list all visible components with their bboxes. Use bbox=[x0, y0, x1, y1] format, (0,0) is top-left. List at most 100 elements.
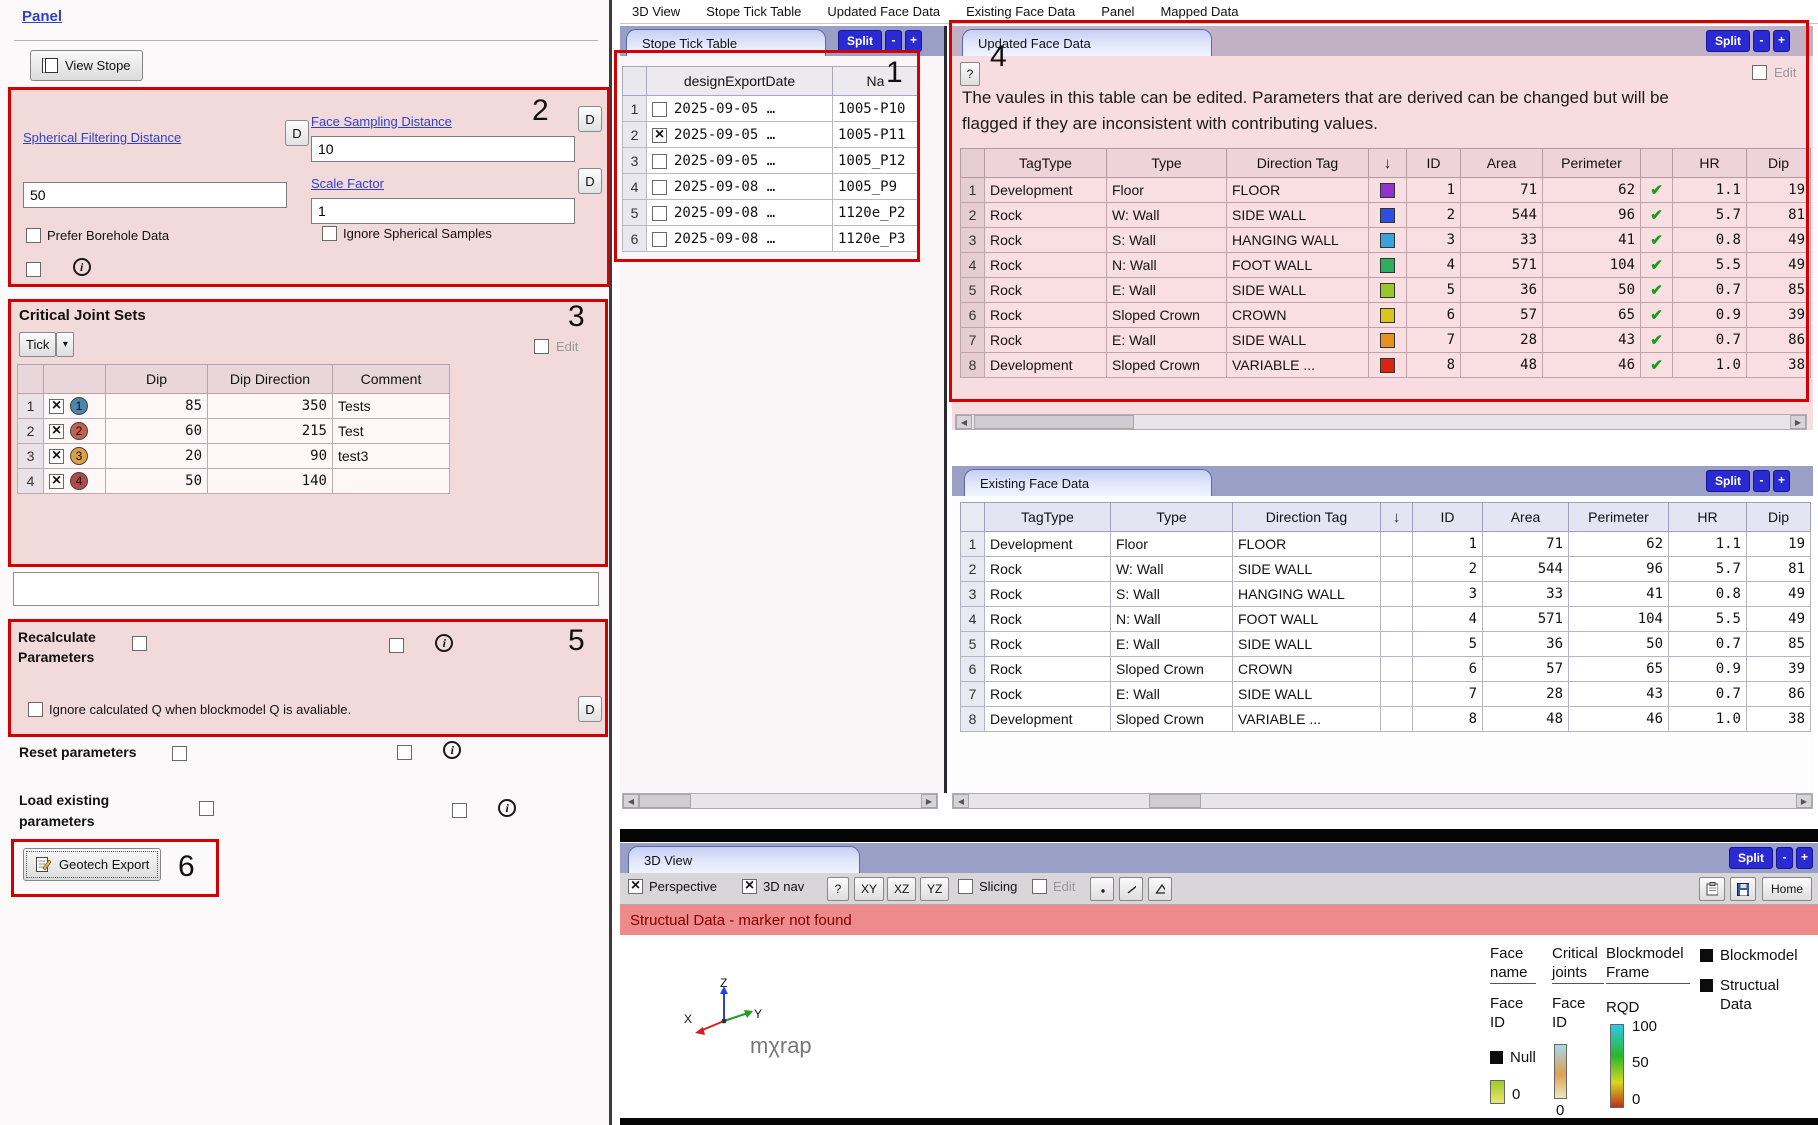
type-header[interactable]: Type bbox=[1111, 503, 1233, 532]
polygon-tool-button[interactable] bbox=[1148, 877, 1172, 901]
face-sampling-default-button[interactable]: D bbox=[578, 106, 602, 132]
scroll-right-icon[interactable] bbox=[1790, 415, 1806, 429]
joint-checkbox[interactable] bbox=[49, 449, 64, 464]
doc-tab-3d-view[interactable]: 3D View bbox=[632, 4, 680, 19]
scroll-left-icon[interactable] bbox=[623, 794, 639, 808]
updated-hscrollbar[interactable] bbox=[955, 414, 1807, 430]
updated-edit-checkbox[interactable] bbox=[1752, 65, 1767, 80]
panel-link[interactable]: Panel bbox=[22, 8, 62, 25]
tagtype-header[interactable]: TagType bbox=[985, 149, 1107, 178]
tagtype-header[interactable]: TagType bbox=[985, 503, 1111, 532]
row-number-cell[interactable]: 8 bbox=[961, 353, 985, 378]
dip-header[interactable]: Dip bbox=[1747, 149, 1811, 178]
load-existing-checkbox[interactable] bbox=[199, 801, 214, 816]
row-number-cell[interactable]: 6 bbox=[623, 226, 647, 252]
nav-3d-checkbox[interactable] bbox=[742, 879, 757, 894]
minimize-button[interactable]: - bbox=[1753, 470, 1770, 492]
row-number-cell[interactable]: 3 bbox=[961, 582, 985, 607]
row-number-cell[interactable]: 8 bbox=[961, 707, 985, 732]
row-number-cell[interactable]: 7 bbox=[961, 682, 985, 707]
row-number-cell[interactable]: 2 bbox=[961, 557, 985, 582]
prefer-borehole-row[interactable]: Prefer Borehole Data bbox=[26, 228, 169, 243]
scroll-thumb[interactable] bbox=[639, 794, 691, 808]
help-button[interactable]: ? bbox=[960, 62, 980, 86]
existing-hscrollbar[interactable] bbox=[952, 793, 1813, 809]
tick-dropdown-caret[interactable] bbox=[56, 332, 74, 357]
doc-tab-existing-face-data[interactable]: Existing Face Data bbox=[966, 4, 1075, 19]
reset-parameters-checkbox[interactable] bbox=[172, 746, 187, 761]
maximize-button[interactable]: + bbox=[1773, 30, 1790, 52]
hr-header[interactable]: HR bbox=[1673, 149, 1747, 178]
area-header[interactable]: Area bbox=[1483, 503, 1569, 532]
scale-factor-link[interactable]: Scale Factor bbox=[311, 176, 384, 191]
row-number-cell[interactable]: 7 bbox=[961, 328, 985, 353]
row-number-cell[interactable]: 4 bbox=[623, 174, 647, 200]
row-number-cell[interactable]: 4 bbox=[18, 469, 44, 494]
geotech-export-button[interactable]: Geotech Export bbox=[23, 848, 161, 881]
comment-header[interactable]: Comment bbox=[333, 365, 450, 394]
row-number-cell[interactable]: 2 bbox=[18, 419, 44, 444]
joint-edit-checkbox[interactable] bbox=[534, 339, 549, 354]
maximize-button[interactable]: + bbox=[905, 30, 922, 52]
row-number-cell[interactable]: 1 bbox=[18, 394, 44, 419]
row-number-cell[interactable]: 5 bbox=[623, 200, 647, 226]
filtering-option-checkbox[interactable] bbox=[26, 262, 41, 277]
prefer-borehole-checkbox[interactable] bbox=[26, 228, 41, 243]
doc-tab-stope-tick-table[interactable]: Stope Tick Table bbox=[706, 4, 801, 19]
view-stope-button[interactable]: View Stope bbox=[30, 50, 143, 81]
spherical-default-button[interactable]: D bbox=[285, 120, 309, 146]
stope-tick-checkbox[interactable] bbox=[652, 232, 667, 247]
copy-button[interactable] bbox=[1699, 877, 1725, 901]
perspective-toggle[interactable]: Perspective bbox=[628, 879, 717, 894]
stope-hscrollbar[interactable] bbox=[622, 793, 938, 809]
stope-tick-panel-tab[interactable]: Stope Tick Table bbox=[626, 29, 826, 56]
ignore-q-row[interactable]: Ignore calculated Q when blockmodel Q is… bbox=[28, 702, 351, 717]
scroll-thumb[interactable] bbox=[1149, 794, 1201, 808]
scroll-left-icon[interactable] bbox=[956, 415, 972, 429]
row-number-cell[interactable]: 4 bbox=[961, 253, 985, 278]
scroll-track[interactable] bbox=[639, 794, 921, 808]
home-button[interactable]: Home bbox=[1762, 877, 1812, 901]
row-number-cell[interactable]: 2 bbox=[623, 122, 647, 148]
perspective-checkbox[interactable] bbox=[628, 879, 643, 894]
existing-face-panel-tab[interactable]: Existing Face Data bbox=[964, 469, 1212, 496]
ignore-q-checkbox[interactable] bbox=[28, 702, 43, 717]
design-export-date-header[interactable]: designExportDate bbox=[647, 67, 833, 96]
sort-icon-header[interactable]: ↓ bbox=[1369, 149, 1407, 178]
point-tool-button[interactable] bbox=[1090, 877, 1114, 901]
recalculate-checkbox[interactable] bbox=[132, 636, 147, 651]
scale-factor-input[interactable] bbox=[311, 198, 575, 224]
updated-face-panel-tab[interactable]: Updated Face Data bbox=[962, 29, 1212, 56]
face-sampling-input[interactable] bbox=[311, 136, 575, 162]
minimize-button[interactable]: - bbox=[1776, 847, 1793, 869]
row-number-cell[interactable]: 3 bbox=[18, 444, 44, 469]
row-number-cell[interactable]: 1 bbox=[961, 178, 985, 203]
perimeter-header[interactable]: Perimeter bbox=[1569, 503, 1669, 532]
recalculate-option-checkbox[interactable] bbox=[389, 638, 404, 653]
doc-tab-updated-face-data[interactable]: Updated Face Data bbox=[827, 4, 940, 19]
slicing-checkbox[interactable] bbox=[958, 879, 973, 894]
row-number-cell[interactable]: 5 bbox=[961, 278, 985, 303]
dip-header[interactable]: Dip bbox=[106, 365, 208, 394]
stope-tick-checkbox[interactable] bbox=[652, 102, 667, 117]
doc-tab-panel[interactable]: Panel bbox=[1101, 4, 1134, 19]
maximize-button[interactable]: + bbox=[1773, 470, 1790, 492]
line-tool-button[interactable] bbox=[1119, 877, 1143, 901]
split-button[interactable]: Split bbox=[1706, 30, 1750, 52]
spherical-filtering-distance-link[interactable]: Spherical Filtering Distance bbox=[23, 130, 181, 145]
row-number-cell[interactable]: 3 bbox=[623, 148, 647, 174]
joint-checkbox[interactable] bbox=[49, 474, 64, 489]
split-button[interactable]: Split bbox=[1729, 847, 1773, 869]
scroll-right-icon[interactable] bbox=[921, 794, 937, 808]
row-number-cell[interactable]: 4 bbox=[961, 607, 985, 632]
xz-view-button[interactable]: XZ bbox=[887, 877, 916, 901]
scroll-track[interactable] bbox=[969, 794, 1796, 808]
ignore-spherical-checkbox[interactable] bbox=[322, 226, 337, 241]
load-option-checkbox[interactable] bbox=[452, 803, 467, 818]
stope-tick-checkbox[interactable] bbox=[652, 206, 667, 221]
doc-tab-mapped-data[interactable]: Mapped Data bbox=[1160, 4, 1238, 19]
row-number-cell[interactable]: 5 bbox=[961, 632, 985, 657]
direction-tag-header[interactable]: Direction Tag bbox=[1233, 503, 1381, 532]
view-3d-panel-tab[interactable]: 3D View bbox=[628, 846, 860, 873]
id-header[interactable]: ID bbox=[1413, 503, 1483, 532]
